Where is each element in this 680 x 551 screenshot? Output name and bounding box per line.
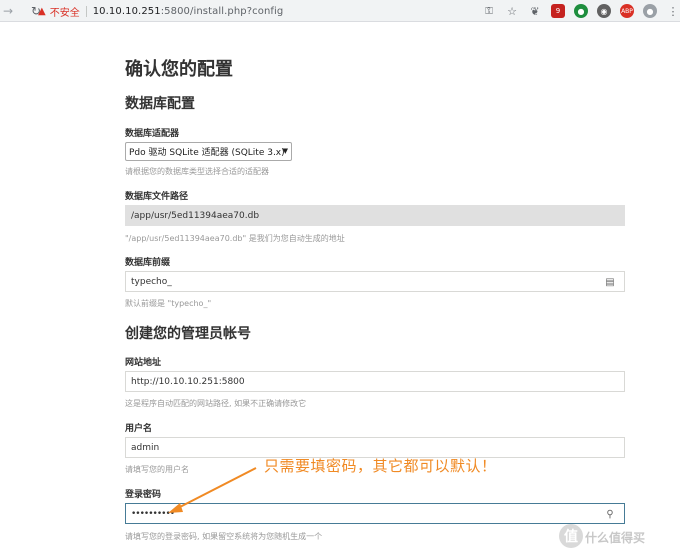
- annotation-arrow-line: [175, 467, 257, 510]
- watermark-text: 什么值得买: [585, 531, 646, 545]
- annotation-arrow: [168, 467, 257, 513]
- annotation-arrow-head: [168, 503, 183, 513]
- watermark-logo: 值: [559, 524, 583, 548]
